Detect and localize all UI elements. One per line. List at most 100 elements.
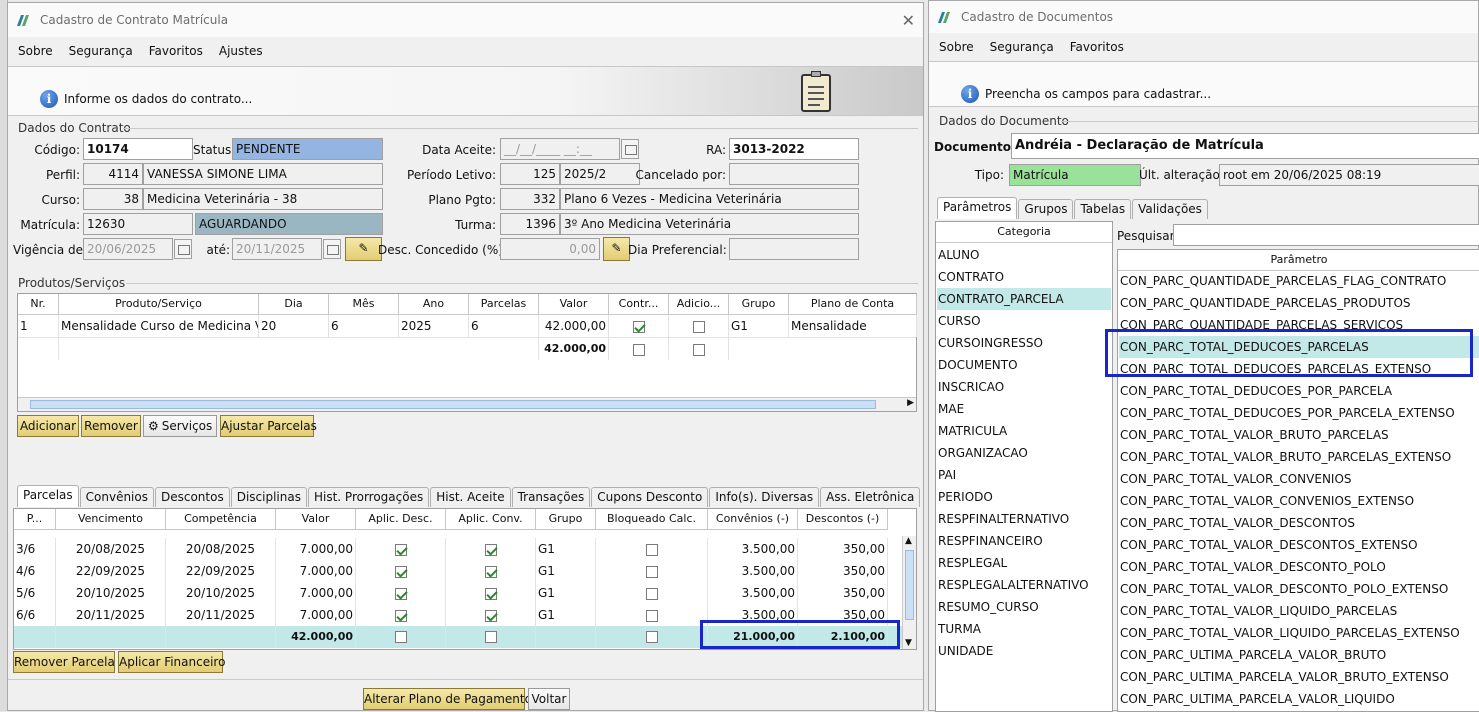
perfil-id-field[interactable]: 4114 (83, 163, 143, 185)
documento-field[interactable]: Andréia - Declaração de Matrícula (1011, 133, 1479, 159)
tab-disciplinas[interactable]: Disciplinas (230, 487, 307, 507)
list-item[interactable]: ALUNO (937, 244, 1111, 266)
list-item[interactable]: PERIODO (937, 486, 1111, 508)
menu-ajustes[interactable]: Ajustes (219, 44, 263, 58)
col-header[interactable]: P... (14, 509, 56, 530)
list-item[interactable]: CONTRATO_PARCELA (937, 288, 1111, 310)
vigencia-ate-field[interactable]: 20/11/2025 (232, 238, 322, 260)
matricula-field[interactable]: 12630 (83, 213, 193, 235)
vertical-scrollbar[interactable]: ▲ ▼ (902, 536, 916, 649)
col-header[interactable]: Vencimento (56, 509, 166, 530)
col-header[interactable]: Dia (259, 294, 329, 315)
table-row[interactable]: 3/6 20/08/2025 20/08/2025 7.000,00 G1 3.500,0… (14, 538, 902, 560)
list-item[interactable]: RESPLEGALALTERNATIVO (937, 574, 1111, 596)
checkbox[interactable] (484, 565, 497, 578)
list-item[interactable]: INSCRICAO (937, 376, 1111, 398)
checkbox[interactable] (484, 609, 497, 622)
list-item[interactable]: CON_PARC_TOTAL_VALOR_BRUTO_PARCELAS (1119, 424, 1479, 446)
checkbox[interactable] (645, 587, 658, 600)
col-header[interactable]: Descontos (-) (798, 509, 888, 530)
list-item[interactable]: MAE (937, 398, 1111, 420)
list-item[interactable]: CON_PARC_TOTAL_VALOR_DESCONTOS_EXTENSO (1119, 534, 1479, 556)
list-item[interactable]: CON_PARC_TOTAL_DEDUCOES_POR_PARCELA (1119, 380, 1479, 402)
col-header[interactable]: Grupo (536, 509, 596, 530)
menu-favoritos[interactable]: Favoritos (1070, 40, 1124, 54)
periodo-id-field[interactable]: 125 (500, 163, 560, 185)
scroll-up-icon[interactable]: ▲ (905, 536, 912, 546)
list-item[interactable]: RESPFINANCEIRO (937, 530, 1111, 552)
list-item[interactable]: RESPLEGAL (937, 552, 1111, 574)
checkbox[interactable] (394, 565, 407, 578)
list-item[interactable]: CON_PARC_QUANTIDADE_PARCELAS_PRODUTOS (1119, 292, 1479, 314)
close-icon[interactable]: ✕ (902, 11, 915, 30)
list-item[interactable]: CON_PARC_TOTAL_VALOR_DESCONTO_POLO (1119, 556, 1479, 578)
col-header[interactable]: Contr... (609, 294, 669, 315)
tab-transacoes[interactable]: Transações (511, 487, 591, 507)
tipo-field[interactable]: Matrícula (1009, 164, 1141, 186)
vigencia-de-field[interactable]: 20/06/2025 (83, 238, 173, 260)
checkbox[interactable] (632, 343, 645, 356)
list-item[interactable]: RESUMO_CURSO (937, 596, 1111, 618)
list-item[interactable]: CON_PARC_TOTAL_DEDUCOES_POR_PARCELA_EXTE… (1119, 402, 1479, 424)
list-item[interactable]: CON_PARC_TOTAL_VALOR_CONVENIOS_EXTENSO (1119, 490, 1479, 512)
col-header[interactable]: Convênios (-) (708, 509, 798, 530)
ra-field[interactable]: 3013-2022 (729, 138, 859, 160)
list-item[interactable]: CURSOINGRESSO (937, 332, 1111, 354)
col-header[interactable]: Valor (276, 509, 356, 530)
checkbox[interactable] (394, 609, 407, 622)
list-item[interactable]: CURSO (937, 310, 1111, 332)
tab-ass-eletronica[interactable]: Ass. Eletrônica (820, 487, 921, 507)
list-item[interactable]: CON_PARC_TOTAL_VALOR_CONVENIOS (1119, 468, 1479, 490)
table-row[interactable]: 4/6 22/09/2025 22/09/2025 7.000,00 G1 3.500,0… (14, 560, 902, 582)
tab-infos-diversas[interactable]: Info(s). Diversas (709, 487, 820, 507)
plano-id-field[interactable]: 332 (500, 188, 560, 210)
checkbox[interactable] (632, 320, 645, 333)
contract-window-titlebar[interactable]: Cadastro de Contrato Matrícula ✕ (8, 3, 923, 37)
col-header[interactable]: Grupo (729, 294, 789, 315)
list-item[interactable]: MATRICULA (937, 420, 1111, 442)
list-item[interactable]: CON_PARC_TOTAL_VALOR_DESCONTO_POLO_EXTEN… (1119, 578, 1479, 600)
list-item[interactable]: CON_PARC_TOTAL_VALOR_LIQUIDO_PARCELAS_EX… (1119, 622, 1479, 644)
list-item[interactable]: DOCUMENTO (937, 354, 1111, 376)
checkbox[interactable] (484, 631, 497, 643)
list-item[interactable]: CON_PARC_TOTAL_VALOR_LIQUIDO_PARCELAS (1119, 600, 1479, 622)
list-item[interactable]: PAI (937, 464, 1111, 486)
scroll-down-icon[interactable]: ▼ (905, 638, 912, 648)
table-row[interactable]: 1 Mensalidade Curso de Medicina Ve... 20… (18, 315, 917, 337)
pesquisar-input[interactable] (1173, 224, 1479, 246)
menu-seguranca[interactable]: Segurança (69, 44, 133, 58)
tab-convenios[interactable]: Convênios (79, 487, 154, 507)
categoria-header[interactable]: Categoria (936, 222, 1112, 243)
col-header[interactable]: Bloqueado Calc. (596, 509, 708, 530)
checkbox[interactable] (645, 543, 658, 556)
col-header[interactable]: Produto/Serviço (59, 294, 259, 315)
tab-validacoes[interactable]: Validações (1132, 199, 1208, 219)
checkbox[interactable] (394, 543, 407, 556)
ajustar-parcelas-button[interactable]: Ajustar Parcelas (220, 415, 317, 437)
col-header[interactable]: Competência (166, 509, 276, 530)
parametro-header[interactable]: Parâmetro (1118, 250, 1479, 271)
adicionar-button[interactable]: Adicionar (17, 415, 79, 437)
data-aceite-field[interactable]: __/__/____ __:__ (500, 138, 620, 160)
col-header[interactable]: Parcelas (469, 294, 539, 315)
col-header[interactable]: Mês (329, 294, 399, 315)
calendar-icon[interactable] (621, 139, 639, 159)
documents-window-titlebar[interactable]: Cadastro de Documentos (929, 1, 1478, 33)
col-header[interactable]: Aplic. Conv. (446, 509, 536, 530)
checkbox[interactable] (645, 609, 658, 622)
menu-sobre[interactable]: Sobre (939, 40, 974, 54)
scroll-right-icon[interactable]: ▶ (907, 398, 914, 408)
remover-parcela-button[interactable]: Remover Parcela (13, 651, 115, 673)
tab-hist-aceite[interactable]: Hist. Aceite (430, 487, 511, 507)
list-item[interactable]: RESPFINALTERNATIVO (937, 508, 1111, 530)
tab-tabelas[interactable]: Tabelas (1074, 199, 1132, 219)
menu-favoritos[interactable]: Favoritos (149, 44, 203, 58)
calendar-icon[interactable] (174, 239, 192, 259)
servicos-button[interactable]: ⚙ Serviços (143, 415, 217, 437)
aplicar-financeiro-button[interactable]: Aplicar Financeiro (118, 651, 225, 673)
dia-pref-field[interactable] (729, 238, 859, 260)
checkbox[interactable] (645, 565, 658, 578)
voltar-button[interactable]: Voltar (528, 688, 570, 710)
codigo-field[interactable]: 10174 (83, 138, 193, 160)
list-item[interactable]: TURMA (937, 618, 1111, 640)
